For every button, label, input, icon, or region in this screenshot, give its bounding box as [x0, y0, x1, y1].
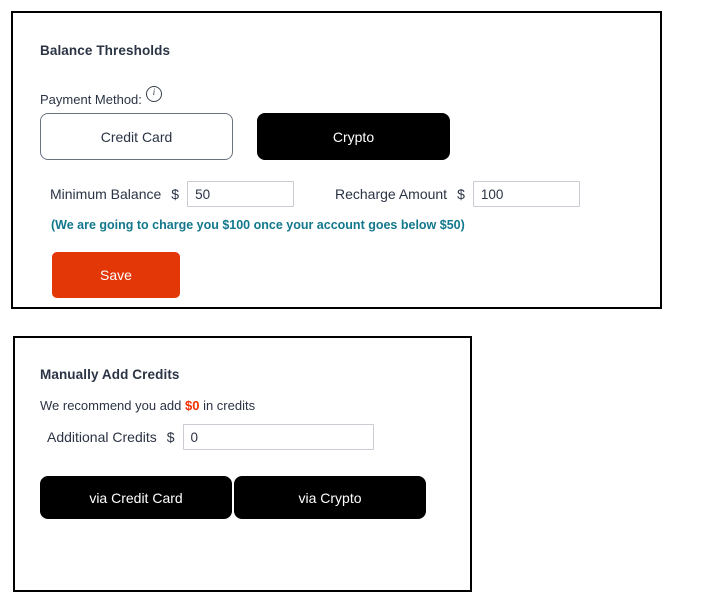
save-button[interactable]: Save — [52, 252, 180, 298]
manual-credits-title: Manually Add Credits — [40, 367, 180, 382]
minimum-balance-input[interactable] — [187, 181, 295, 207]
payment-method-credit-card-button[interactable]: Credit Card — [40, 113, 233, 160]
recharge-amount-input[interactable] — [472, 181, 580, 207]
pay-via-crypto-button[interactable]: via Crypto — [234, 476, 426, 519]
manually-add-credits-card: Manually Add Credits We recommend you ad… — [13, 336, 472, 592]
additional-credits-label: Additional Credits — [47, 429, 157, 445]
additional-credits-currency-symbol: $ — [166, 429, 175, 445]
payment-method-label-row: Payment Method: i — [40, 86, 162, 107]
recommendation-suffix: in credits — [199, 398, 256, 413]
minimum-balance-currency-symbol: $ — [171, 186, 180, 202]
balance-thresholds-card: Balance Thresholds Payment Method: i Cre… — [11, 11, 662, 309]
recommendation-text: We recommend you add $0 in credits — [40, 398, 255, 413]
payment-method-crypto-button[interactable]: Crypto — [257, 113, 450, 160]
recommendation-amount: $0 — [185, 398, 200, 413]
recharge-amount-row: Recharge Amount $ — [335, 181, 580, 207]
minimum-balance-row: Minimum Balance $ — [50, 181, 295, 207]
additional-credits-input[interactable] — [182, 424, 374, 450]
info-icon[interactable]: i — [145, 86, 162, 102]
charge-note-text: (We are going to charge you $100 once yo… — [51, 218, 465, 232]
recommendation-prefix: We recommend you add — [40, 398, 185, 413]
payment-method-label: Payment Method: — [40, 91, 142, 107]
recharge-amount-currency-symbol: $ — [457, 186, 465, 202]
additional-credits-row: Additional Credits $ — [47, 424, 374, 450]
pay-via-credit-card-button[interactable]: via Credit Card — [40, 476, 232, 519]
recharge-amount-label: Recharge Amount — [335, 186, 448, 202]
page-title: Balance Thresholds — [40, 43, 171, 58]
minimum-balance-label: Minimum Balance — [50, 186, 162, 202]
